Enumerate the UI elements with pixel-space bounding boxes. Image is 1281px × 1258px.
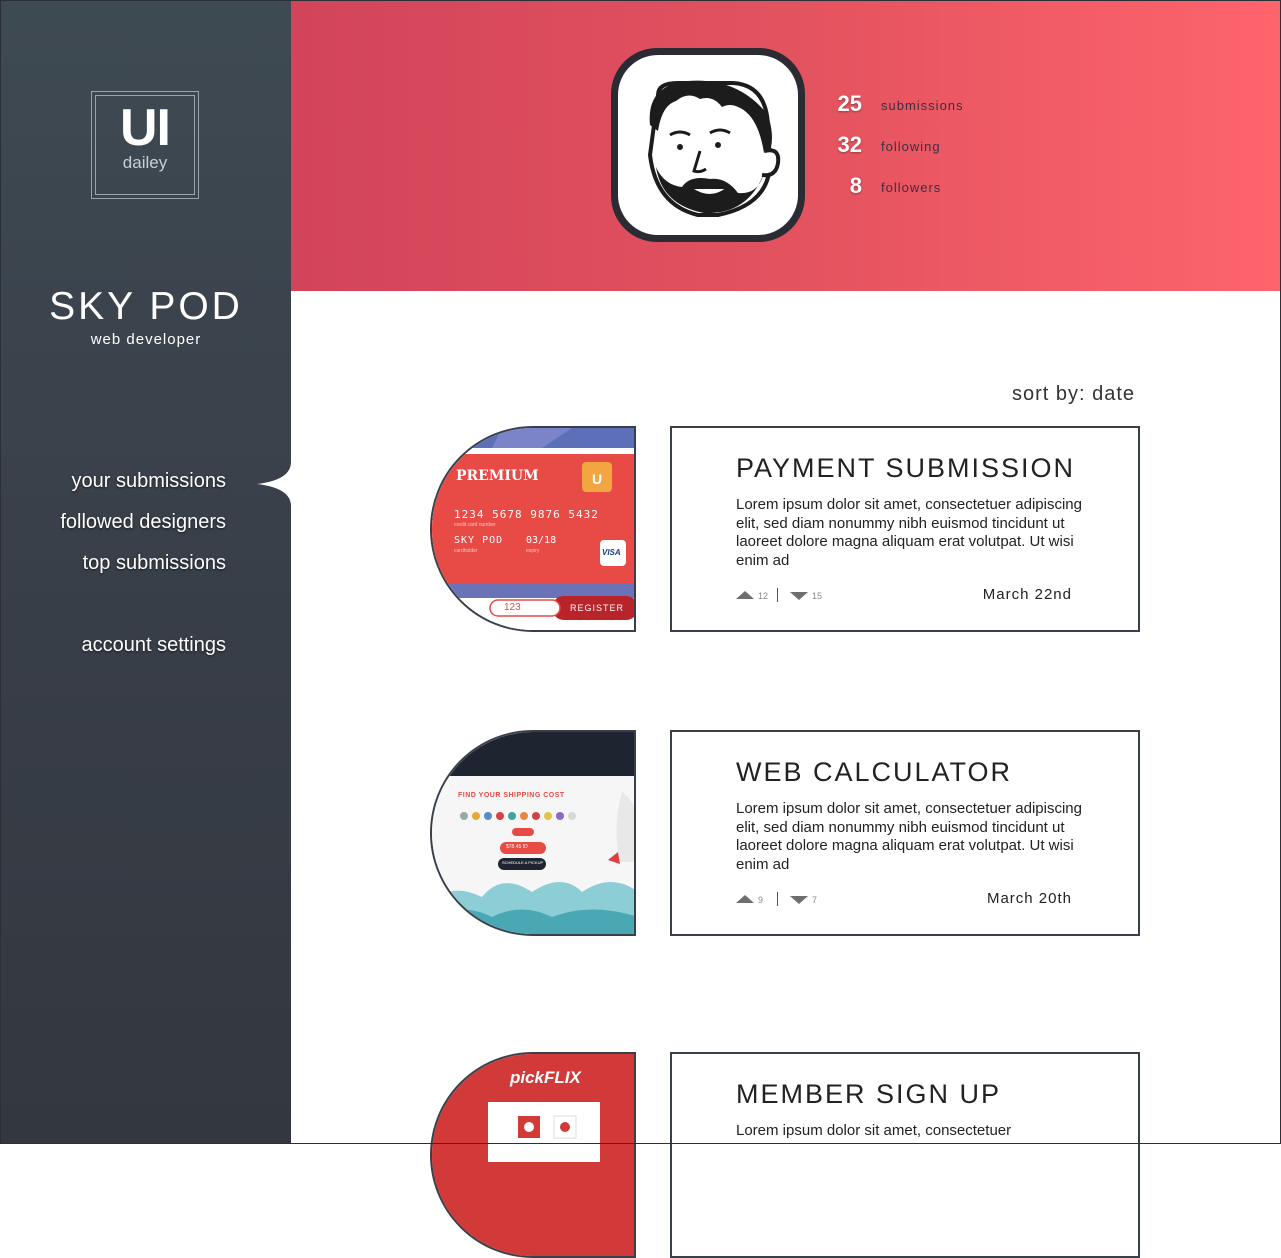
active-nav-indicator	[257, 462, 295, 506]
nav-your-submissions[interactable]: your submissions	[71, 471, 226, 491]
vote-divider	[777, 588, 778, 602]
logo-subtitle: dailey	[122, 153, 168, 172]
ui-dailey-logo[interactable]: UI dailey	[91, 91, 199, 199]
visa-icon: VISA	[602, 548, 621, 557]
stat-label: submissions	[881, 98, 964, 113]
card-cvv: 123	[504, 602, 521, 613]
calc-heading: FIND YOUR SHIPPING COST	[458, 792, 565, 799]
avatar[interactable]	[611, 48, 805, 242]
calculator-thumbnail[interactable]: FIND YOUR SHIPPING COST $78.45 ID SCHEDU…	[430, 730, 636, 936]
stat-following[interactable]: 32 following	[830, 134, 1080, 164]
card-holder-caption: cardholder	[454, 548, 478, 554]
card-brand: PREMIUM	[456, 468, 539, 484]
downvote-icon[interactable]	[790, 896, 808, 904]
sort-dropdown[interactable]: sort by: date	[1012, 384, 1135, 404]
card-logo-icon: U	[592, 471, 603, 487]
downvote-count: 7	[812, 895, 818, 905]
calc-price: $78.45 ID	[506, 844, 528, 850]
vote-divider	[777, 892, 778, 906]
submission-description: Lorem ipsum dolor sit amet, consectetuer	[736, 1122, 1012, 1139]
upvote-count: 12	[758, 591, 769, 601]
card-expiry-caption: expiry	[526, 548, 540, 554]
submission-card[interactable]: MEMBER SIGN UP Lorem ipsum dolor sit ame…	[670, 1052, 1140, 1258]
card-number: 1234 5678 9876 5432	[454, 508, 599, 521]
stat-followers[interactable]: 8 followers	[830, 175, 1080, 205]
upvote-icon[interactable]	[736, 895, 754, 903]
sidebar: UI dailey SKY POD web developer your sub…	[1, 1, 291, 1144]
upvote-icon[interactable]	[736, 591, 754, 599]
submission-date: March 22nd	[982, 586, 1072, 603]
stat-value: 32	[837, 132, 862, 157]
logo-mark: UI	[120, 99, 171, 157]
pickflix-logo: pickFLIX	[510, 1068, 581, 1087]
submission-title: WEB CALCULATOR	[736, 757, 1013, 787]
avatar-face-icon	[618, 55, 798, 235]
nav-top-submissions[interactable]: top submissions	[83, 553, 226, 573]
submission-card[interactable]: WEB CALCULATOR Lorem ipsum dolor sit ame…	[670, 730, 1140, 936]
card-holder: SKY POD	[454, 535, 504, 546]
submission-card[interactable]: PAYMENT SUBMISSION Lorem ipsum dolor sit…	[670, 426, 1140, 632]
stat-label: followers	[881, 180, 942, 195]
payment-thumbnail[interactable]: PREMIUM U 1234 5678 9876 5432 credit car…	[430, 426, 636, 632]
nav-followed-designers[interactable]: followed designers	[60, 512, 226, 532]
nav-account-settings[interactable]: account settings	[81, 635, 226, 655]
signup-thumbnail[interactable]: pickFLIX	[430, 1052, 636, 1258]
profile-role: web developer	[90, 331, 202, 348]
stat-value: 25	[837, 91, 862, 116]
stat-value: 8	[849, 173, 862, 198]
submissions-panel	[291, 291, 1280, 1144]
submission-title: PAYMENT SUBMISSION	[736, 453, 1076, 483]
downvote-count: 15	[812, 591, 823, 601]
submission-date: March 20th	[986, 890, 1072, 907]
card-register-button: REGISTER	[570, 603, 625, 613]
card-number-caption: credit card number	[454, 522, 496, 528]
stat-submissions[interactable]: 25 submissions	[830, 93, 1080, 123]
stat-label: following	[881, 139, 941, 154]
submission-title: MEMBER SIGN UP	[736, 1079, 1002, 1109]
profile-name: SKY POD	[49, 285, 243, 328]
card-expiry: 03/18	[526, 535, 557, 546]
calc-pickup-button: SCHEDULE A PICKUP	[502, 860, 544, 865]
submission-description: Lorem ipsum dolor sit amet, consectetuer…	[736, 496, 1082, 569]
upvote-count: 9	[758, 895, 764, 905]
submission-description: Lorem ipsum dolor sit amet, consectetuer…	[736, 800, 1082, 873]
downvote-icon[interactable]	[790, 592, 808, 600]
